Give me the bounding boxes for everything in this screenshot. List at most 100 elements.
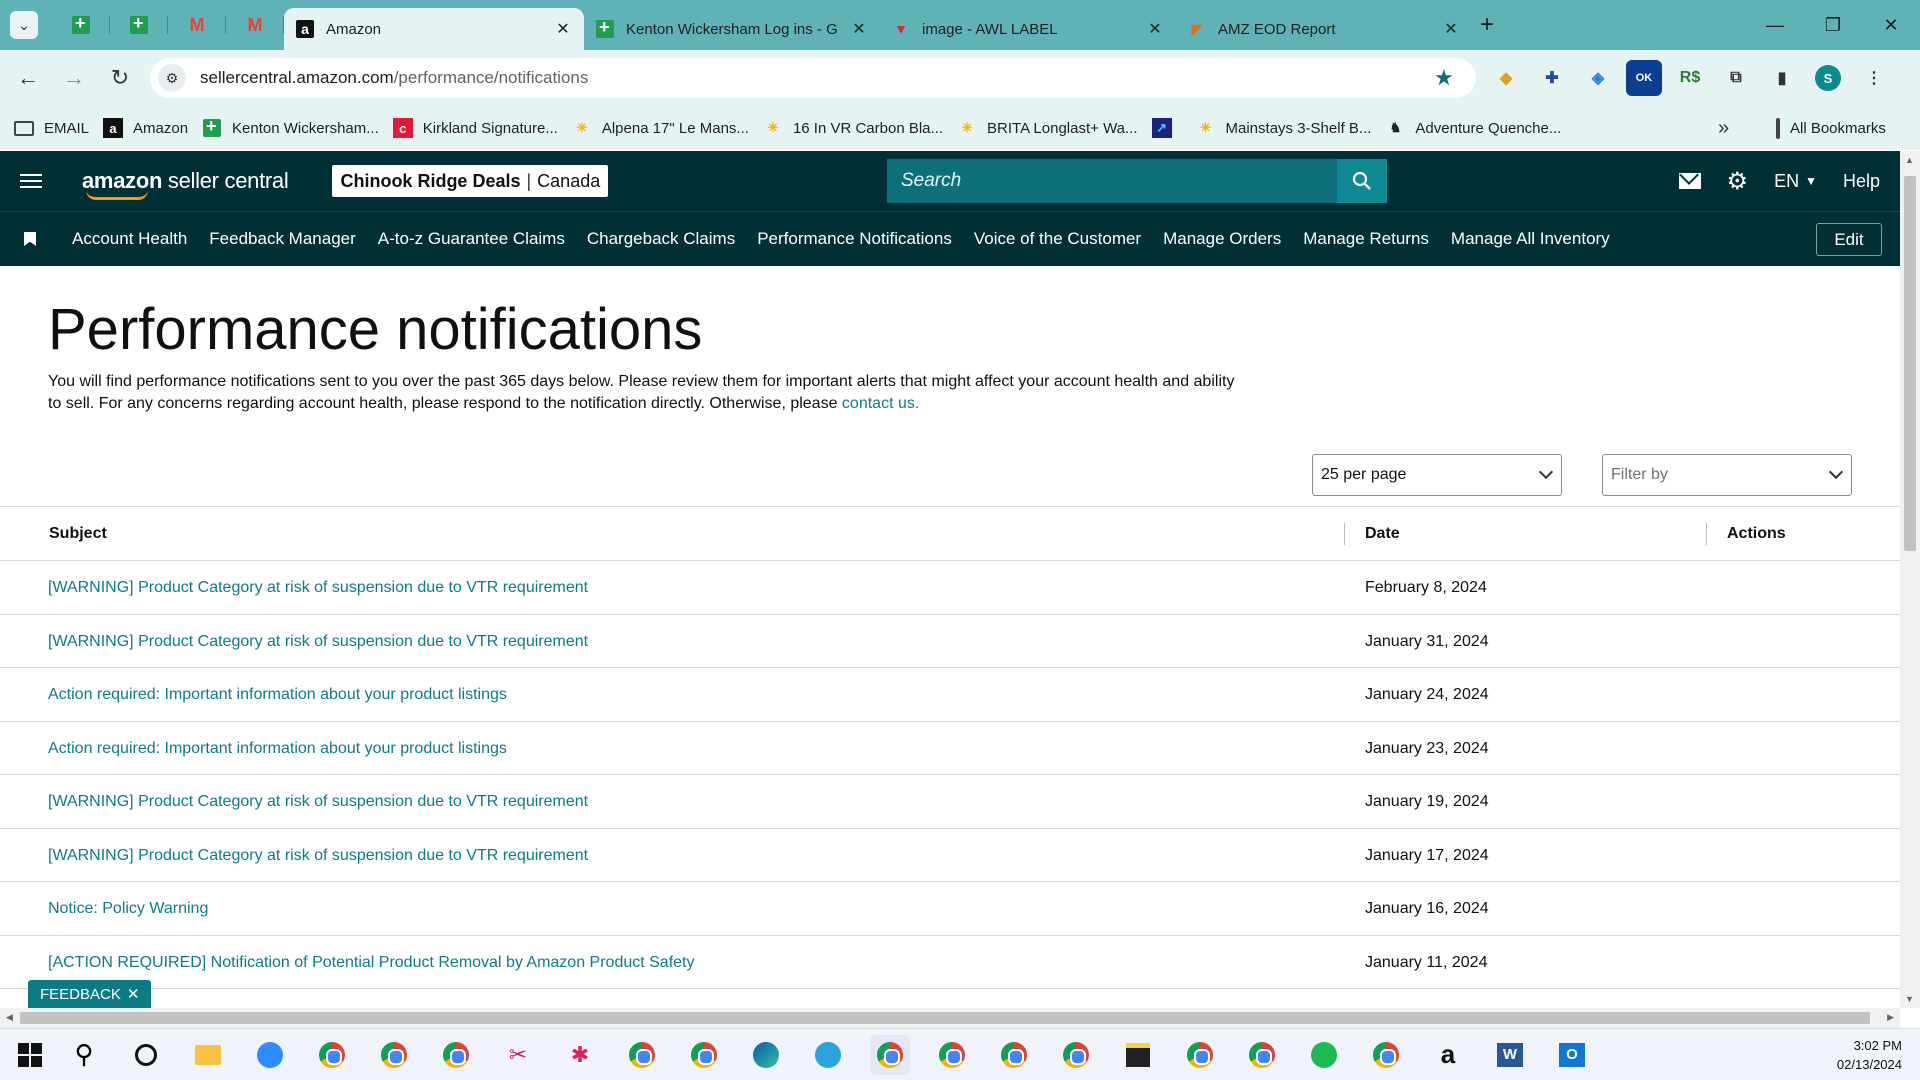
nav-manage-orders[interactable]: Manage Orders: [1163, 229, 1281, 249]
notification-subject-link[interactable]: [WARNING] Product Category at risk of su…: [48, 847, 588, 865]
notification-subject-link[interactable]: Action required: Important information a…: [48, 740, 507, 758]
vertical-scrollbar[interactable]: ▲ ▼: [1900, 151, 1920, 1008]
side-panel-icon[interactable]: ▮: [1764, 60, 1800, 96]
scroll-down-icon[interactable]: ▼: [1905, 994, 1914, 1004]
bookmark-alpena[interactable]: ✳ Alpena 17" Le Mans...: [572, 118, 749, 138]
chrome-icon[interactable]: [436, 1035, 476, 1075]
nav-manage-inventory[interactable]: Manage All Inventory: [1451, 229, 1610, 249]
notification-subject-link[interactable]: [WARNING] Product Category at risk of su…: [48, 793, 588, 811]
search-button[interactable]: [1337, 159, 1387, 203]
bookmark-vr-carbon[interactable]: ✳ 16 In VR Carbon Bla...: [763, 118, 943, 138]
search-input[interactable]: [887, 159, 1337, 203]
minimize-icon[interactable]: —: [1746, 0, 1804, 50]
pinned-tab-gmail-1[interactable]: M: [168, 0, 226, 50]
bookmark-email[interactable]: EMAIL: [14, 118, 89, 138]
notification-subject-link[interactable]: [WARNING] Product Category at risk of su…: [48, 633, 588, 651]
file-explorer-icon[interactable]: [188, 1035, 228, 1075]
scroll-up-icon[interactable]: ▲: [1905, 155, 1914, 165]
scrollbar-thumb[interactable]: [1904, 176, 1916, 551]
pinned-tab-sheets-2[interactable]: [110, 0, 168, 50]
chrome-icon[interactable]: [622, 1035, 662, 1075]
sticky-notes-icon[interactable]: [1118, 1035, 1158, 1075]
outlook-icon[interactable]: O: [1552, 1035, 1592, 1075]
browser-tab-amazon[interactable]: a Amazon ✕: [284, 8, 584, 50]
close-tab-icon[interactable]: ✕: [1442, 19, 1460, 39]
address-bar[interactable]: ⚙ sellercentral.amazon.com/performance/n…: [150, 58, 1476, 98]
slack-icon[interactable]: ✱: [560, 1035, 600, 1075]
column-header-date[interactable]: Date: [1365, 525, 1400, 543]
close-tab-icon[interactable]: ✕: [1146, 19, 1164, 39]
extension-ok-icon[interactable]: OK: [1626, 60, 1662, 96]
notification-subject-link[interactable]: [ACTION REQUIRED] Notification of Potent…: [48, 954, 694, 972]
profile-avatar[interactable]: S: [1810, 60, 1846, 96]
snip-tool-icon[interactable]: ✂: [498, 1035, 538, 1075]
column-header-subject[interactable]: Subject: [49, 525, 107, 543]
reload-icon[interactable]: ↻: [102, 60, 138, 96]
extension-honey-icon[interactable]: ◆: [1488, 60, 1524, 96]
edge-icon[interactable]: [746, 1035, 786, 1075]
chrome-icon[interactable]: [1180, 1035, 1220, 1075]
nav-performance-notifications[interactable]: Performance Notifications: [757, 229, 952, 249]
edit-nav-button[interactable]: Edit: [1816, 223, 1882, 256]
bookmark-brita[interactable]: ✳ BRITA Longlast+ Wa...: [957, 118, 1138, 138]
cortana-icon[interactable]: [126, 1035, 166, 1075]
nav-account-health[interactable]: Account Health: [72, 229, 187, 249]
feedback-button[interactable]: FEEDBACK ✕: [28, 980, 152, 1008]
system-clock[interactable]: 3:02 PM 02/13/2024: [1837, 1036, 1902, 1074]
spotify-icon[interactable]: [1304, 1035, 1344, 1075]
nav-voice-of-customer[interactable]: Voice of the Customer: [974, 229, 1141, 249]
site-info-icon[interactable]: ⚙: [158, 64, 186, 92]
nav-feedback-manager[interactable]: Feedback Manager: [209, 229, 355, 249]
notification-subject-link[interactable]: [WARNING] Product Category at risk of su…: [48, 579, 588, 597]
browser-menu-icon[interactable]: ⋮: [1856, 60, 1892, 96]
chrome-icon[interactable]: [870, 1034, 910, 1075]
new-tab-button[interactable]: +: [1480, 11, 1510, 39]
help-link[interactable]: Help: [1843, 171, 1880, 192]
bookmark-kirkland[interactable]: c Kirkland Signature...: [392, 118, 558, 138]
messages-button[interactable]: [1678, 173, 1701, 189]
filter-select[interactable]: Filter by: [1602, 454, 1852, 496]
scrollbar-thumb[interactable]: [20, 1012, 1870, 1024]
chrome-icon[interactable]: [1242, 1035, 1282, 1075]
settings-button[interactable]: ⚙: [1727, 167, 1749, 196]
close-tab-icon[interactable]: ✕: [850, 19, 868, 39]
nav-chargeback-claims[interactable]: Chargeback Claims: [587, 229, 735, 249]
bookmark-mainstays[interactable]: ✳ Mainstays 3-Shelf B...: [1196, 118, 1371, 138]
chrome-icon[interactable]: [684, 1035, 724, 1075]
telegram-icon[interactable]: [808, 1035, 848, 1075]
pinned-tab-sheets-1[interactable]: [52, 0, 110, 50]
per-page-select[interactable]: 25 per page: [1312, 454, 1562, 496]
menu-icon[interactable]: [20, 174, 42, 188]
bookmark-star-icon[interactable]: ★: [1434, 65, 1464, 91]
horizontal-scrollbar[interactable]: ◀ ▶: [0, 1008, 1900, 1028]
word-icon[interactable]: W: [1490, 1035, 1530, 1075]
extension-tag-icon[interactable]: ◈: [1580, 60, 1616, 96]
windows-start-icon[interactable]: [18, 1042, 42, 1067]
browser-tab-awl-label[interactable]: ▼ image - AWL LABEL ✕: [880, 8, 1176, 50]
bookmark-chart[interactable]: ↗: [1151, 118, 1182, 138]
url-text[interactable]: sellercentral.amazon.com/performance/not…: [200, 68, 1434, 88]
bookmark-adventure[interactable]: ♞ Adventure Quenche...: [1385, 118, 1562, 138]
back-arrow-icon[interactable]: ←: [10, 60, 46, 96]
chrome-icon[interactable]: [312, 1035, 352, 1075]
tab-search-button[interactable]: ⌄: [10, 11, 38, 39]
amazon-icon[interactable]: a: [1428, 1035, 1468, 1075]
chrome-icon[interactable]: [374, 1035, 414, 1075]
restore-icon[interactable]: ❐: [1804, 0, 1862, 50]
language-selector[interactable]: EN ▼: [1774, 171, 1817, 192]
extensions-puzzle-icon[interactable]: ⧉: [1718, 60, 1754, 96]
store-selector[interactable]: Chinook Ridge Deals | Canada: [332, 165, 609, 197]
bookmark-icon[interactable]: [24, 232, 36, 246]
chrome-icon[interactable]: [932, 1035, 972, 1075]
chrome-icon[interactable]: [1056, 1035, 1096, 1075]
contact-us-link[interactable]: contact us.: [842, 395, 919, 412]
close-window-icon[interactable]: ✕: [1862, 0, 1920, 50]
seller-central-logo[interactable]: amazon seller central: [82, 168, 289, 200]
notification-subject-link[interactable]: Action required: Important information a…: [48, 686, 507, 704]
zoom-icon[interactable]: [250, 1035, 290, 1075]
browser-tab-eod-report[interactable]: ◤ AMZ EOD Report ✕: [1176, 8, 1472, 50]
scroll-right-icon[interactable]: ▶: [1887, 1012, 1894, 1023]
forward-arrow-icon[interactable]: →: [56, 60, 92, 96]
chrome-icon[interactable]: [994, 1035, 1034, 1075]
pinned-tab-gmail-2[interactable]: M: [226, 0, 284, 50]
